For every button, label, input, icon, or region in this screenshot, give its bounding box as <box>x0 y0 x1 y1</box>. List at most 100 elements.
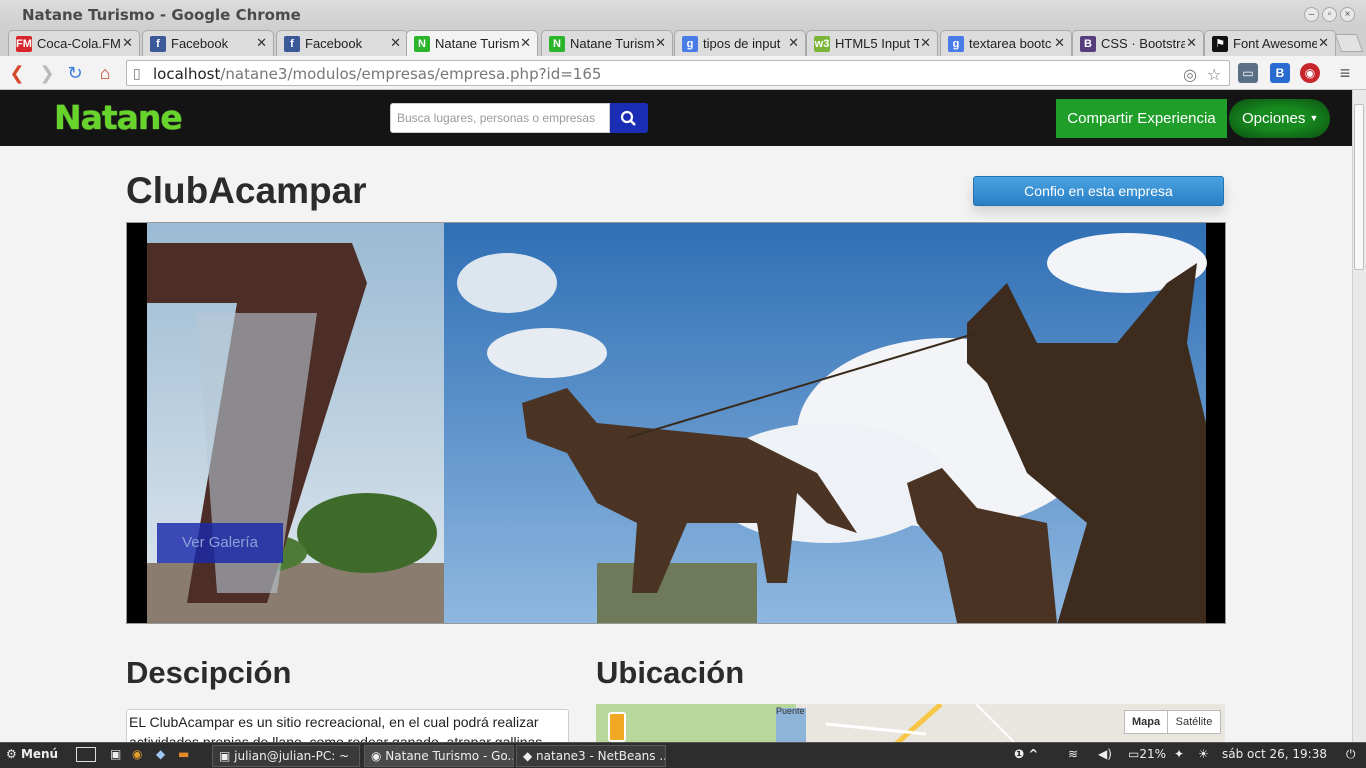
w3-icon: w3 <box>814 36 830 52</box>
reload-icon[interactable]: ↻ <box>64 62 86 84</box>
facebook-icon: f <box>284 36 300 52</box>
notification-indicator[interactable]: ❶1 ^ <box>1014 747 1038 761</box>
menu-icon[interactable]: ≡ <box>1334 62 1356 84</box>
browser-tab[interactable]: f Facebook ✕ <box>276 30 408 56</box>
menu-button[interactable]: ⚙ Menú <box>6 747 58 761</box>
tab-label: Coca-Cola.FM C <box>37 36 121 51</box>
tab-label: HTML5 Input T <box>835 36 919 51</box>
browser-tab[interactable]: ⚑ Font Awesome ✕ <box>1204 30 1336 56</box>
browser-tab[interactable]: g tipos de input ✕ <box>674 30 806 56</box>
close-tab-icon[interactable]: ✕ <box>256 35 267 51</box>
new-tab-button[interactable] <box>1334 34 1364 52</box>
share-experience-button[interactable]: Compartir Experiencia <box>1056 99 1227 138</box>
bookmark-star-icon[interactable]: ☆ <box>1207 65 1221 85</box>
tab-label: textarea bootc <box>969 36 1052 51</box>
dropbox-icon[interactable]: ✦ <box>1174 747 1184 761</box>
location-map[interactable]: Puente Mapa Satélite <box>596 704 1225 744</box>
tab-label: Font Awesome <box>1233 36 1317 51</box>
gallery-image <box>147 223 1207 623</box>
search-input[interactable]: Busca lugares, personas o empresas <box>390 103 610 133</box>
map-type-mapa[interactable]: Mapa <box>1124 710 1168 734</box>
os-taskbar: ⚙ Menú ▣ ◉ ◆ ▬ ▣ julian@julian-PC: ~ ◉ N… <box>0 742 1366 768</box>
facebook-icon: f <box>150 36 166 52</box>
close-tab-icon[interactable]: ✕ <box>1318 35 1329 51</box>
scrollbar-thumb[interactable] <box>1354 104 1364 270</box>
chrome-launcher-icon[interactable]: ◉ <box>132 747 142 761</box>
browser-tab[interactable]: N Natane Turism ✕ <box>541 30 673 56</box>
browser-tab[interactable]: B CSS · Bootstrap✕ <box>1072 30 1204 56</box>
back-icon[interactable]: ❮ <box>6 62 28 84</box>
home-icon[interactable]: ⌂ <box>94 62 116 84</box>
tab-label: tipos de input <box>703 36 781 51</box>
browser-tab[interactable]: N Natane Turism ✕ <box>406 30 538 56</box>
blogger-extension-icon[interactable]: B <box>1270 63 1290 83</box>
site-logo[interactable]: Natane <box>54 98 183 137</box>
bootstrap-icon: B <box>1080 36 1096 52</box>
task-terminal[interactable]: ▣ julian@julian-PC: ~ <box>212 745 360 767</box>
gallery-carousel[interactable]: Ver Galería <box>126 222 1226 624</box>
netbeans-launcher-icon[interactable]: ◆ <box>156 747 165 761</box>
battery-indicator[interactable]: ▭21% <box>1128 747 1166 761</box>
close-window-button[interactable]: × <box>1340 7 1355 22</box>
forward-icon[interactable]: ❯ <box>36 62 58 84</box>
close-tab-icon[interactable]: ✕ <box>520 35 531 51</box>
address-bar[interactable]: ▯ localhost/natane3/modulos/empresas/emp… <box>126 60 1230 86</box>
task-chrome[interactable]: ◉ Natane Turismo - Go... <box>364 745 514 767</box>
tab-strip: FMCoca-Cola.FM C✕fFacebook✕fFacebook✕NNa… <box>0 28 1366 56</box>
close-tab-icon[interactable]: ✕ <box>788 35 799 51</box>
map-label-puente: Puente <box>776 706 805 716</box>
brightness-icon[interactable]: ☀ <box>1198 747 1209 761</box>
search-button[interactable] <box>610 103 648 133</box>
location-heading: Ubicación <box>596 655 745 690</box>
cast-extension-icon[interactable]: ▭ <box>1238 63 1258 83</box>
maximize-button[interactable]: ▫ <box>1322 7 1337 22</box>
volume-icon[interactable]: ◀) <box>1098 747 1112 761</box>
caret-down-icon: ▼ <box>1309 113 1319 123</box>
search-icon <box>620 110 636 126</box>
location-icon[interactable]: ◎ <box>1183 65 1197 85</box>
company-name: ClubAcampar <box>126 170 367 211</box>
natane-icon: N <box>549 36 565 52</box>
tab-label: Natane Turism <box>570 36 654 51</box>
minimize-button[interactable]: – <box>1304 7 1319 22</box>
description-heading: Descipción <box>126 655 292 690</box>
google-icon: g <box>948 36 964 52</box>
tab-label: Natane Turism <box>435 36 519 51</box>
tab-label: CSS · Bootstrap <box>1101 36 1185 51</box>
task-netbeans[interactable]: ◆ natane3 - NetBeans ... <box>516 745 666 767</box>
map-type-satelite[interactable]: Satélite <box>1167 710 1221 734</box>
window-titlebar: Natane Turismo - Google Chrome – ▫ × <box>0 0 1366 28</box>
browser-tab[interactable]: f Facebook ✕ <box>142 30 274 56</box>
fontawesome-icon: ⚑ <box>1212 36 1228 52</box>
close-tab-icon[interactable]: ✕ <box>920 35 931 51</box>
pegman-icon[interactable] <box>608 712 626 742</box>
options-label: Opciones <box>1242 110 1306 127</box>
browser-toolbar: ❮ ❯ ↻ ⌂ ▯ localhost/natane3/modulos/empr… <box>0 56 1366 90</box>
close-tab-icon[interactable]: ✕ <box>390 35 401 51</box>
google-icon: g <box>682 36 698 52</box>
options-dropdown[interactable]: Opciones ▼ <box>1229 99 1330 138</box>
wifi-icon[interactable]: ≋ <box>1068 747 1078 761</box>
url-text[interactable]: localhost/natane3/modulos/empresas/empre… <box>153 65 601 83</box>
site-navbar: Natane Busca lugares, personas o empresa… <box>0 90 1352 146</box>
terminal-launcher-icon[interactable]: ▣ <box>110 747 121 761</box>
window-title: Natane Turismo - Google Chrome <box>22 6 301 24</box>
close-tab-icon[interactable]: ✕ <box>1186 35 1197 51</box>
show-desktop-icon[interactable] <box>76 747 96 762</box>
trust-company-button[interactable]: Confio en esta empresa <box>973 176 1224 206</box>
browser-tab[interactable]: g textarea bootc ✕ <box>940 30 1072 56</box>
browser-tab[interactable]: w3 HTML5 Input T ✕ <box>806 30 938 56</box>
view-gallery-button[interactable]: Ver Galería <box>157 523 283 563</box>
close-tab-icon[interactable]: ✕ <box>122 35 133 51</box>
close-tab-icon[interactable]: ✕ <box>655 35 666 51</box>
files-launcher-icon[interactable]: ▬ <box>178 747 189 761</box>
close-tab-icon[interactable]: ✕ <box>1054 35 1065 51</box>
cocacola-icon: FM <box>16 36 32 52</box>
browser-tab[interactable]: FM Coca-Cola.FM C✕ <box>8 30 140 56</box>
natane-icon: N <box>414 36 430 52</box>
page-icon: ▯ <box>133 65 141 81</box>
tab-label: Facebook <box>305 36 363 51</box>
power-icon[interactable]: ⏻ <box>1346 747 1356 762</box>
clock[interactable]: sáb oct 26, 19:38 <box>1222 747 1327 761</box>
adblock-extension-icon[interactable]: ◉ <box>1300 63 1320 83</box>
